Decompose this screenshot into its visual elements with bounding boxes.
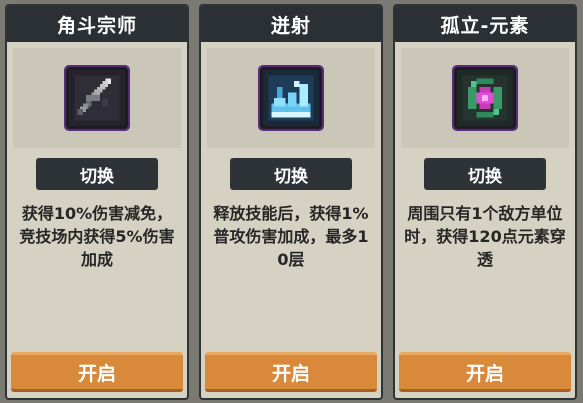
element-orb-icon (452, 65, 518, 131)
icon-area (207, 48, 375, 148)
talent-card-2: 迸射 切换 释放技能后，获得1%普攻伤害加成，最多10层 开启 (199, 4, 383, 400)
switch-button[interactable]: 切换 (424, 158, 546, 190)
switch-button[interactable]: 切换 (36, 158, 158, 190)
talent-card-3: 孤立-元素 切换 周围只有1个敌方单位时，获得120点元素穿透 开启 (393, 4, 577, 400)
burst-icon (258, 65, 324, 131)
open-button[interactable]: 开启 (399, 352, 571, 392)
talent-card-1: 角斗宗师 切换 获得10%伤害减免，竞技场内获得5%伤害加成 开启 (5, 4, 189, 400)
switch-button[interactable]: 切换 (230, 158, 352, 190)
card-description: 获得10%伤害减免，竞技场内获得5%伤害加成 (19, 204, 175, 269)
card-description: 周围只有1个敌方单位时，获得120点元素穿透 (404, 204, 566, 269)
sword-icon (64, 65, 130, 131)
card-title: 孤立-元素 (395, 6, 575, 42)
open-button[interactable]: 开启 (11, 352, 183, 392)
icon-area (13, 48, 181, 148)
open-button[interactable]: 开启 (205, 352, 377, 392)
card-title: 迸射 (201, 6, 381, 42)
card-description: 释放技能后，获得1%普攻伤害加成，最多10层 (213, 204, 369, 269)
card-title: 角斗宗师 (7, 6, 187, 42)
icon-area (401, 48, 569, 148)
